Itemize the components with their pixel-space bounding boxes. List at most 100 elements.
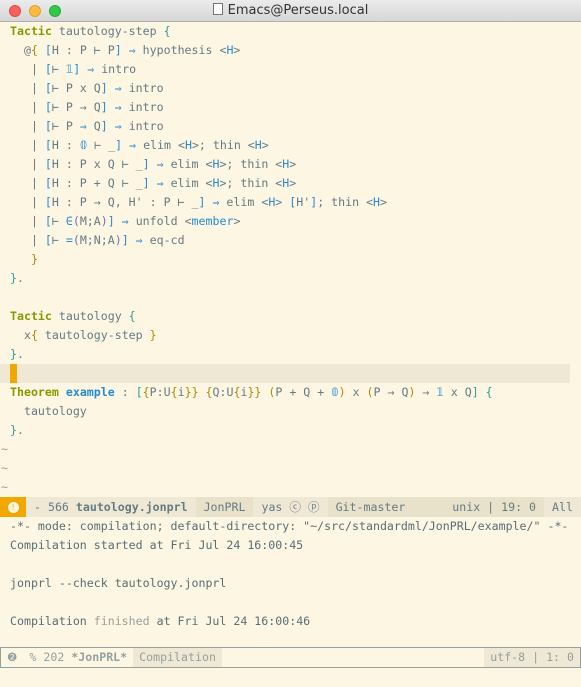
code-token: ⇒ [149, 176, 171, 190]
code-line: | [⊢ P x Q] ⇒ intro [0, 79, 581, 98]
code-token: [ [44, 233, 52, 247]
code-token: ⊢ P [51, 119, 80, 133]
code-line: tautology [0, 402, 581, 421]
code-line: }. [0, 421, 581, 440]
code-token: ⇒ [79, 119, 87, 133]
minor-modes[interactable]: yas ⓒ ⓟ [253, 497, 328, 517]
empty-line-marker: ~ [1, 442, 8, 456]
code-token: > [289, 176, 297, 190]
code-token: ⊢ [51, 233, 66, 247]
code-token: ⇒ [107, 119, 129, 133]
code-token: ] [142, 157, 150, 171]
compilation-header: -*- mode: compilation; default-directory… [10, 519, 569, 533]
code-token: | [10, 233, 45, 247]
code-token: ] [471, 385, 479, 399]
code-token: | [10, 62, 45, 76]
code-token: > [233, 43, 241, 57]
encoding-position: unix | 19: 0 [452, 500, 537, 514]
code-line: | [⊢ ∈(M;A)] ⇒ unfold <member> [0, 212, 581, 231]
code-line: | [⊢ =(M;N;A)] ⇒ eq-cd [0, 231, 581, 250]
code-token: H : P → Q, H' : P ⊢ _ [51, 195, 199, 209]
buffer-position: All [544, 497, 581, 517]
code-token: { [163, 24, 171, 38]
code-token: > [261, 138, 269, 152]
editor-buffer[interactable]: Tactic tautology-step { @{ [H : P ⊢ P] ⇒… [0, 22, 581, 497]
code-token: ⇒ [121, 43, 143, 57]
code-token: [ [44, 43, 52, 57]
code-token: Theorem [10, 385, 59, 399]
code-line: | [⊢ 𝟙] ⇒ intro [0, 60, 581, 79]
code-token: >; thin < [191, 138, 255, 152]
code-token: { [128, 309, 136, 323]
code-token: | [10, 138, 45, 152]
code-token: hypothesis < [142, 43, 227, 57]
close-button[interactable] [9, 5, 21, 17]
major-mode[interactable]: JonPRL [196, 497, 254, 517]
code-token: ⊢ [51, 62, 66, 76]
vc-branch[interactable]: Git-master [328, 497, 414, 517]
code-token: H [184, 138, 192, 152]
major-mode[interactable]: Compilation [133, 648, 222, 667]
code-token: P → Q [373, 385, 409, 399]
code-token: | [10, 214, 45, 228]
code-token: ] [100, 119, 108, 133]
code-token: > [233, 214, 241, 228]
minimize-button[interactable] [29, 5, 41, 17]
code-token: | [10, 157, 45, 171]
code-token: [ [44, 195, 52, 209]
code-token: unfold < [135, 214, 192, 228]
buffer-status: - 566 [34, 500, 69, 514]
code-line: | [H : 𝟘 ⊢ _] ⇒ elim <H>; thin <H> [0, 136, 581, 155]
code-token: example [65, 385, 115, 399]
code-token: | [10, 81, 45, 95]
code-token: { [205, 385, 213, 399]
code-token: Tactic [10, 24, 52, 38]
compilation-finished: Compilation finished at Fri Jul 24 16:00… [0, 612, 581, 631]
code-token: } [10, 347, 17, 361]
code-token: } [149, 328, 157, 342]
code-token: ] [142, 176, 150, 190]
code-token: ] [114, 43, 122, 57]
code-line: | [H : P → Q, H' : P ⊢ _] ⇒ elim <H> [H'… [0, 193, 581, 212]
code-token: elim < [170, 157, 213, 171]
code-token: tautology [10, 404, 87, 418]
code-token: [ [44, 119, 52, 133]
zoom-button[interactable] [49, 5, 61, 17]
code-token: = [65, 233, 73, 247]
code-token: ⇒ [114, 214, 136, 228]
code-token: eq-cd [149, 233, 185, 247]
encoding-position: utf-8 | 1: 0 [484, 648, 580, 667]
code-line: Tactic tautology-step { [0, 22, 581, 41]
code-token: M;N;A [79, 233, 115, 247]
window-title: Emacs@Perseus.local [227, 3, 369, 18]
compilation-buffer[interactable]: -*- mode: compilation; default-directory… [0, 517, 581, 631]
code-token: { [485, 385, 493, 399]
code-token: } [191, 385, 199, 399]
code-line: | [H : P x Q ⊢ _] ⇒ elim <H>; thin <H> [0, 155, 581, 174]
code-token: [ [44, 62, 52, 76]
code-line: | [⊢ P → Q] ⇒ intro [0, 98, 581, 117]
code-token: M;A [79, 214, 101, 228]
code-token: ⊢ _ [87, 138, 116, 152]
code-token: x [10, 328, 31, 342]
inactive-status-icon: ❷ [7, 650, 18, 664]
code-token: H [373, 195, 381, 209]
code-token: > [289, 157, 297, 171]
code-token: P + Q + [275, 385, 332, 399]
finished-status: finished [93, 614, 150, 628]
code-token: tautology-step [51, 24, 164, 38]
code-token: intro [128, 119, 164, 133]
code-token: ( [72, 214, 80, 228]
finished-text: Compilation [10, 614, 94, 628]
code-token: intro [128, 81, 164, 95]
code-token: ) [114, 233, 122, 247]
code-token: H' [296, 195, 311, 209]
code-token: [ [44, 176, 52, 190]
code-token: elim < [170, 176, 213, 190]
empty-line-marker: ~ [1, 461, 8, 475]
code-token: ] [107, 214, 115, 228]
code-token: member [191, 214, 234, 228]
